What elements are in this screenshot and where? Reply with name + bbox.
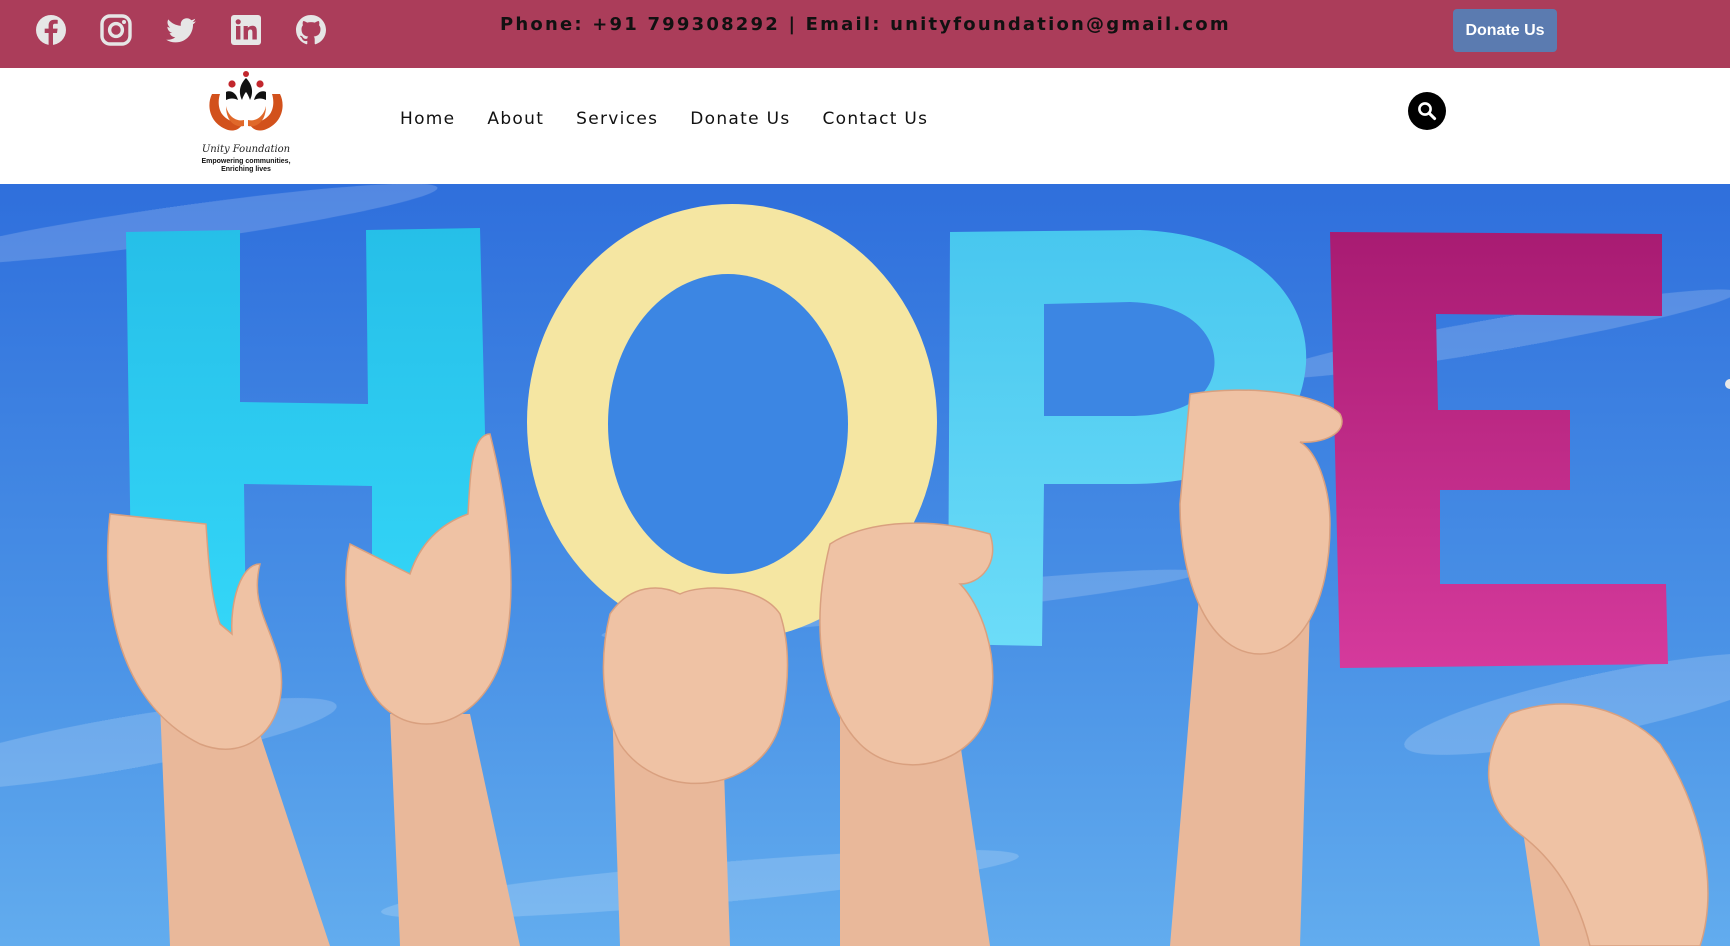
nav-item-home[interactable]: Home — [400, 109, 455, 129]
donate-button[interactable]: Donate Us — [1453, 9, 1557, 52]
instagram-icon[interactable] — [99, 13, 133, 47]
twitter-icon[interactable] — [164, 13, 198, 47]
logo-tagline: Empowering communities, Enriching lives — [198, 158, 294, 174]
contact-info: Phone: +91 799308292 | Email: unityfound… — [500, 14, 1231, 35]
social-links — [34, 13, 359, 47]
scroll-indicator[interactable] — [1725, 379, 1730, 389]
search-button[interactable] — [1408, 92, 1446, 130]
nav-item-about[interactable]: About — [487, 109, 544, 129]
nav-menu: Home About Services Donate Us Contact Us — [400, 109, 960, 129]
search-icon — [1418, 102, 1437, 121]
main-nav-bar: Unity Foundation Empowering communities,… — [0, 68, 1730, 184]
logo-tagline-line2: Enriching lives — [221, 166, 271, 173]
nav-item-services[interactable]: Services — [576, 109, 658, 129]
nav-item-contact-us[interactable]: Contact Us — [822, 109, 928, 129]
top-bar: Phone: +91 799308292 | Email: unityfound… — [0, 0, 1730, 68]
logo-tagline-line1: Empowering communities, — [201, 158, 291, 165]
github-icon[interactable] — [294, 13, 328, 47]
site-logo[interactable]: Unity Foundation Empowering communities,… — [198, 70, 294, 180]
linkedin-icon[interactable] — [229, 13, 263, 47]
facebook-icon[interactable] — [34, 13, 68, 47]
hero-image — [0, 184, 1730, 946]
nav-item-donate-us[interactable]: Donate Us — [690, 109, 790, 129]
hero-banner — [0, 184, 1730, 946]
logo-title: Unity Foundation — [201, 144, 291, 155]
logo-emblem-icon — [209, 71, 283, 131]
